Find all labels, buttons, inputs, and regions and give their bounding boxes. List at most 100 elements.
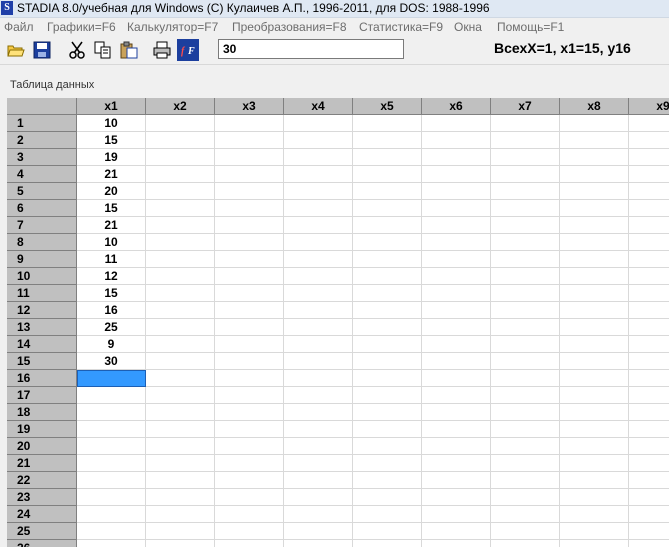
table-cell[interactable] <box>353 149 422 166</box>
table-cell[interactable] <box>284 370 353 387</box>
table-cell[interactable] <box>560 336 629 353</box>
menu-windows[interactable]: Окна <box>454 18 482 37</box>
table-cell[interactable] <box>422 455 491 472</box>
table-cell[interactable] <box>215 404 284 421</box>
table-cell[interactable] <box>422 302 491 319</box>
table-cell[interactable] <box>284 472 353 489</box>
table-cell[interactable] <box>491 217 560 234</box>
table-cell[interactable] <box>629 489 669 506</box>
table-cell[interactable] <box>77 455 146 472</box>
table-cell[interactable] <box>215 506 284 523</box>
table-cell[interactable] <box>491 370 560 387</box>
row-header-22[interactable]: 22 <box>7 472 77 489</box>
table-cell[interactable] <box>215 115 284 132</box>
table-cell[interactable]: 21 <box>77 217 146 234</box>
table-cell[interactable] <box>560 319 629 336</box>
table-cell[interactable] <box>491 387 560 404</box>
table-cell[interactable] <box>491 132 560 149</box>
table-cell[interactable] <box>77 438 146 455</box>
row-header-15[interactable]: 15 <box>7 353 77 370</box>
table-cell[interactable] <box>215 285 284 302</box>
table-cell[interactable] <box>146 523 215 540</box>
table-cell[interactable] <box>215 132 284 149</box>
table-cell[interactable]: 11 <box>77 251 146 268</box>
row-header-12[interactable]: 12 <box>7 302 77 319</box>
table-cell[interactable]: 25 <box>77 319 146 336</box>
table-cell[interactable] <box>560 506 629 523</box>
table-cell[interactable] <box>146 268 215 285</box>
table-cell[interactable] <box>491 115 560 132</box>
row-header-9[interactable]: 9 <box>7 251 77 268</box>
table-cell[interactable]: 21 <box>77 166 146 183</box>
table-cell[interactable] <box>560 455 629 472</box>
table-cell[interactable] <box>353 540 422 547</box>
table-cell[interactable] <box>353 302 422 319</box>
table-cell[interactable] <box>491 183 560 200</box>
table-cell[interactable] <box>284 285 353 302</box>
table-cell[interactable] <box>215 319 284 336</box>
table-cell[interactable] <box>215 166 284 183</box>
table-cell[interactable] <box>215 540 284 547</box>
table-cell[interactable] <box>422 506 491 523</box>
table-cell[interactable] <box>629 523 669 540</box>
table-cell[interactable] <box>629 438 669 455</box>
row-header-8[interactable]: 8 <box>7 234 77 251</box>
table-cell[interactable] <box>353 166 422 183</box>
table-cell[interactable] <box>353 370 422 387</box>
table-cell[interactable] <box>353 353 422 370</box>
table-cell[interactable] <box>422 251 491 268</box>
table-cell[interactable] <box>284 183 353 200</box>
table-cell[interactable] <box>146 183 215 200</box>
table-cell[interactable]: 15 <box>77 200 146 217</box>
table-cell[interactable] <box>77 472 146 489</box>
table-cell[interactable]: 19 <box>77 149 146 166</box>
table-cell[interactable] <box>629 285 669 302</box>
table-cell[interactable] <box>146 336 215 353</box>
table-cell[interactable] <box>629 132 669 149</box>
table-cell[interactable] <box>146 200 215 217</box>
table-cell[interactable] <box>77 387 146 404</box>
table-cell[interactable] <box>146 387 215 404</box>
table-cell[interactable] <box>629 336 669 353</box>
table-cell[interactable] <box>560 166 629 183</box>
row-header-23[interactable]: 23 <box>7 489 77 506</box>
table-cell[interactable] <box>215 472 284 489</box>
table-cell[interactable] <box>629 319 669 336</box>
table-cell[interactable] <box>215 268 284 285</box>
table-cell[interactable]: 10 <box>77 234 146 251</box>
row-header-21[interactable]: 21 <box>7 455 77 472</box>
table-cell[interactable] <box>629 183 669 200</box>
table-cell[interactable] <box>146 302 215 319</box>
table-cell[interactable] <box>284 336 353 353</box>
table-cell[interactable] <box>353 489 422 506</box>
table-cell[interactable] <box>284 506 353 523</box>
table-cell[interactable] <box>560 234 629 251</box>
table-cell[interactable] <box>560 421 629 438</box>
menu-calculator[interactable]: Калькулятор=F7 <box>127 18 218 37</box>
table-cell[interactable] <box>215 455 284 472</box>
table-cell[interactable] <box>422 523 491 540</box>
table-cell[interactable] <box>353 200 422 217</box>
row-header-20[interactable]: 20 <box>7 438 77 455</box>
table-cell[interactable] <box>491 302 560 319</box>
table-cell[interactable] <box>560 115 629 132</box>
row-header-26[interactable]: 26 <box>7 540 77 547</box>
table-cell[interactable] <box>491 523 560 540</box>
table-cell[interactable]: 10 <box>77 115 146 132</box>
table-cell[interactable] <box>560 302 629 319</box>
print-button[interactable] <box>151 39 173 61</box>
table-cell[interactable] <box>146 353 215 370</box>
table-cell[interactable] <box>146 234 215 251</box>
table-cell[interactable] <box>215 421 284 438</box>
table-cell[interactable] <box>146 438 215 455</box>
table-cell[interactable] <box>422 183 491 200</box>
table-cell[interactable] <box>284 149 353 166</box>
column-header-x2[interactable]: x2 <box>146 98 215 115</box>
save-button[interactable] <box>31 39 53 61</box>
table-cell[interactable] <box>215 217 284 234</box>
table-cell[interactable] <box>146 370 215 387</box>
table-cell[interactable] <box>491 506 560 523</box>
table-cell[interactable]: 15 <box>77 132 146 149</box>
table-cell[interactable] <box>146 217 215 234</box>
table-cell[interactable] <box>284 438 353 455</box>
